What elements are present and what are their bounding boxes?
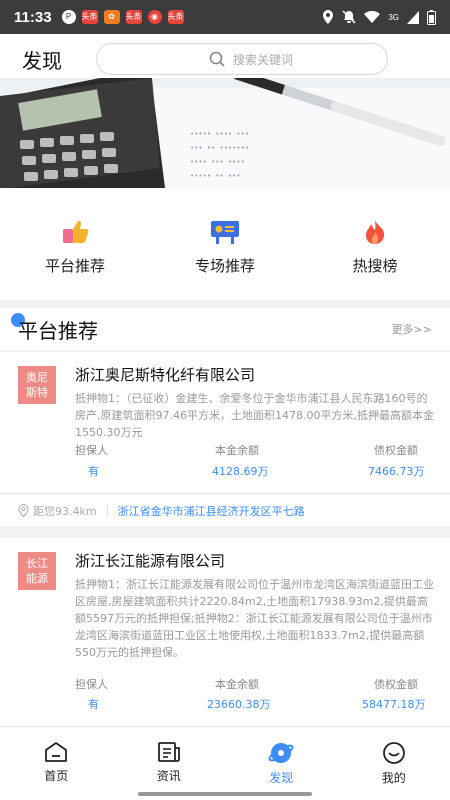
network-type: 3G xyxy=(388,12,399,22)
app-header: 发现 搜索关键词 xyxy=(0,34,450,84)
company-card[interactable]: 长江 能源 浙江长江能源有限公司 抵押物1：浙江长江能源发展有限公司位于温州市龙… xyxy=(0,538,450,726)
wifi-icon xyxy=(364,10,381,23)
thumbs-up-icon xyxy=(63,220,89,243)
app-notification-icon: ✿ xyxy=(103,10,120,24)
signal-icon xyxy=(407,10,419,24)
discover-icon xyxy=(268,743,294,763)
flame-icon xyxy=(366,219,385,244)
mute-icon xyxy=(342,10,356,24)
distance: 距您93.4km xyxy=(33,504,97,518)
svg-text:•••• ••• ••••: •••• ••• •••• xyxy=(190,158,245,166)
location-pin-icon xyxy=(18,504,29,517)
tab-label: 首页 xyxy=(44,769,69,783)
company-badge: 长江 能源 xyxy=(18,552,56,590)
company-collateral: 抵押物1：（已征收）金建生、余爱冬位于金华市浦江县人民东路160号的房产,原建筑… xyxy=(75,392,434,439)
guarantor-value: 有 xyxy=(88,465,99,478)
principal-value: 23660.38万 xyxy=(207,698,271,711)
status-bar: 11:33 P 头条 ✿ 头条 ◉ 头条 3G xyxy=(0,0,450,34)
badge-line: 斯特 xyxy=(26,386,48,399)
tab-profile[interactable]: 我的 xyxy=(354,741,434,800)
banner-image[interactable]: ••••• •••• ••• ••• •• ••••••• •••• ••• •… xyxy=(0,78,450,188)
claim-value: 58477.18万 xyxy=(362,698,426,711)
divider xyxy=(106,504,108,517)
quick-link-platform[interactable]: 平台推荐 xyxy=(15,219,135,276)
news-notification-icon: 头条 xyxy=(81,10,98,24)
tab-label: 发现 xyxy=(269,771,294,785)
page-title: 发现 xyxy=(22,48,62,73)
section-title: 平台推荐 xyxy=(18,318,98,343)
guarantor-value: 有 xyxy=(88,698,99,711)
app-notification-icon: ◉ xyxy=(147,10,162,24)
company-name: 浙江奥尼斯特化纤有限公司 xyxy=(75,366,256,384)
home-icon xyxy=(45,742,68,762)
svg-text:••••• •••• •••: ••••• •••• ••• xyxy=(190,130,249,138)
principal-label: 本金余额 xyxy=(215,678,259,691)
quick-link-label: 热搜榜 xyxy=(352,256,398,275)
badge-line: 长江 xyxy=(26,557,48,570)
location-bar[interactable]: 距您93.4km 浙江省金华市浦江县经济开发区平七路 xyxy=(0,494,450,526)
profile-icon xyxy=(382,742,405,764)
battery-icon xyxy=(427,9,436,25)
calculator-pen-illustration: ••••• •••• ••• ••• •• ••••••• •••• ••• •… xyxy=(0,78,450,188)
tab-label: 我的 xyxy=(381,771,406,785)
quick-link-label: 平台推荐 xyxy=(44,256,105,275)
svg-text:••••• •• •••: ••••• •• ••• xyxy=(190,172,241,180)
principal-value: 4128.69万 xyxy=(212,465,269,478)
billboard-icon xyxy=(211,220,239,244)
badge-line: 能源 xyxy=(26,572,48,585)
claim-label: 债权金额 xyxy=(374,444,418,457)
company-card[interactable]: 奥尼 斯特 浙江奥尼斯特化纤有限公司 抵押物1：（已征收）金建生、余爱冬位于金华… xyxy=(0,352,450,492)
quick-link-special[interactable]: 专场推荐 xyxy=(165,219,285,276)
news-notification-icon: 头条 xyxy=(125,10,142,24)
company-badge: 奥尼 斯特 xyxy=(18,366,56,404)
guarantor-label: 担保人 xyxy=(75,444,108,457)
quick-links: 平台推荐 专场推荐 热搜榜 xyxy=(0,188,450,300)
company-name: 浙江长江能源有限公司 xyxy=(75,552,226,570)
svg-text:••• •• •••••••: ••• •• ••••••• xyxy=(190,144,249,152)
tab-home[interactable]: 首页 xyxy=(16,741,96,800)
company-collateral: 抵押物1：浙江长江能源发展有限公司位于温州市龙湾区海滨街道蓝田工业区房屋,房屋建… xyxy=(75,578,434,659)
location-icon xyxy=(323,10,334,24)
status-time: 11:33 xyxy=(14,8,52,26)
tab-label: 资讯 xyxy=(156,769,181,783)
address: 浙江省金华市浦江县经济开发区平七路 xyxy=(117,504,305,518)
guarantor-label: 担保人 xyxy=(75,678,108,691)
search-placeholder: 搜索关键词 xyxy=(233,52,294,67)
claim-value: 7466.73万 xyxy=(368,465,425,478)
more-link[interactable]: 更多>> xyxy=(392,321,432,337)
quick-link-hot[interactable]: 热搜榜 xyxy=(315,219,435,276)
search-input[interactable]: 搜索关键词 xyxy=(96,43,388,75)
quick-link-label: 专场推荐 xyxy=(194,256,255,275)
app-notification-icon: P xyxy=(61,10,76,24)
section-header: 平台推荐 更多>> xyxy=(0,308,450,350)
badge-line: 奥尼 xyxy=(26,371,48,384)
news-notification-icon: 头条 xyxy=(167,10,184,24)
news-icon xyxy=(157,742,180,762)
principal-label: 本金余额 xyxy=(215,444,259,457)
home-indicator[interactable] xyxy=(138,792,312,796)
search-icon xyxy=(209,51,225,67)
bottom-tab-bar: 首页 资讯 发现 我的 xyxy=(0,726,450,800)
claim-label: 债权金额 xyxy=(374,678,418,691)
